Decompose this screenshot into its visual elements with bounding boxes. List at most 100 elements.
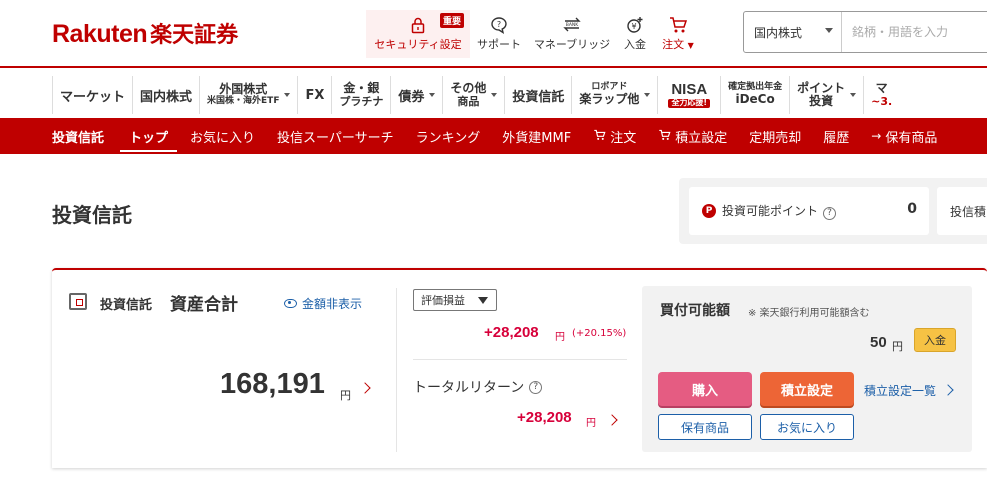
cart-icon [658,129,671,144]
tab-holdings[interactable]: → 保有商品 [860,118,948,154]
tab-label: ランキング [415,130,481,146]
nav-other-products[interactable]: その他 商品 [442,76,504,114]
holdings-button[interactable]: 保有商品 [658,414,752,440]
cart-icon [666,14,690,36]
search-input[interactable] [842,12,987,52]
valuation-type-select[interactable]: 評価損益 [413,289,497,311]
tab-label: 積立設定 [675,130,728,146]
chevron-down-icon [491,93,498,97]
chevron-right-icon[interactable] [606,414,618,426]
nav-label: マーケット [60,89,126,105]
chevron-down-icon [284,93,291,97]
bridge-label: マネーブリッジ [533,38,611,51]
cart-icon [593,129,606,144]
tab-ranking[interactable]: ランキング [405,118,492,154]
total-return-label: トータルリターン ? [413,377,543,397]
logo-en: Rakuten [52,20,148,48]
fund-points-label: 投信積 [950,204,987,219]
nav-label: FX [305,87,325,103]
logo-ja: 楽天証券 [150,23,239,48]
order-menu-button[interactable]: 注文 ▼ [654,10,702,60]
total-return-value[interactable]: +28,208 [517,409,572,426]
hide-amount-toggle[interactable]: 金額非表示 [284,295,362,312]
nav-sublabel: 米国株・海外ETF [207,95,280,106]
valuation-gain-unit: 円 [555,332,565,343]
nav-sublabel: 楽ラップ他 [579,92,640,107]
coin-plus-icon: ¥ [623,14,647,36]
triangle-down-icon [478,297,488,304]
nav-ideco[interactable]: 確定拠出年金 iDeCo [720,76,789,114]
nav-sublabel: プラチナ [339,94,384,108]
investable-points-card: P 投資可能ポイント? 0 [689,187,929,235]
nav-foreign-stocks[interactable]: 外国株式 米国株・海外ETF [199,76,297,114]
buy-button[interactable]: 購入 [658,372,752,406]
chat-question-icon: ? [487,14,511,36]
nav-fx[interactable]: FX [297,76,331,114]
total-asset-value[interactable]: 168,191 [220,368,325,401]
security-settings-button[interactable]: セキュリティ設定 重要 [366,10,470,58]
deposit-button[interactable]: 入金 [914,328,956,352]
favorites-button[interactable]: お気に入り [760,414,854,440]
nav-label: 金・銀 [343,81,380,96]
tab-foreign-mmf[interactable]: 外貨建MMF [491,118,582,154]
total-asset-unit: 円 [340,389,351,402]
money-bridge-button[interactable]: BANK マネーブリッジ [528,10,616,60]
funds-sub-nav: 投資信託 トップ お気に入り 投信スーパーサーチ ランキング 外貨建MMF 注文… [0,118,987,154]
tab-label: お気に入り [190,130,256,146]
tab-label: 注文 [610,130,637,146]
fund-points-card: 投信積 [937,187,987,235]
nav-label: その他 [450,81,487,96]
buying-power-panel: 買付可能額 ※ 楽天銀行利用可能額含む 50 円 入金 購入 積立設定 積立設定… [642,286,972,452]
buying-power-title: 買付可能額 [660,303,730,319]
chevron-down-icon [825,28,833,33]
arrow-right-icon: → [871,129,882,143]
global-header: Rakuten 楽天証券 セキュリティ設定 重要 ? サポート BANK マネー… [0,0,987,68]
recurring-setup-button[interactable]: 積立設定 [760,372,854,406]
nav-domestic-stocks[interactable]: 国内株式 [132,76,199,114]
subnav-section-title[interactable]: 投資信託 [52,118,118,154]
deposit-button[interactable]: ¥ 入金 [616,10,654,60]
search-box: 国内株式 [743,11,987,53]
nav-sublabel: ~3. [871,94,893,108]
nav-margin[interactable]: マ ~3. [863,76,899,114]
total-return-unit: 円 [586,418,596,429]
security-label: セキュリティ設定 [374,38,462,51]
points-value: 0 [907,201,917,217]
nav-point-investing[interactable]: ポイント 投資 [789,76,863,114]
nav-robo-advisor[interactable]: ロボアド 楽ラップ他 [571,76,657,114]
buying-power-note: ※ 楽天銀行利用可能額含む [748,308,870,319]
chevron-down-icon [644,93,651,97]
tab-periodic-sale[interactable]: 定期売却 [738,118,812,154]
nav-bonds[interactable]: 債券 [390,76,442,114]
recurring-setup-list-link[interactable]: 積立設定一覧 [864,382,936,399]
nav-nisa[interactable]: NISA 全力応援! [657,76,720,114]
tab-label: トップ [129,130,169,146]
chevron-down-icon: ▼ [687,41,694,50]
help-icon[interactable]: ? [823,206,837,220]
tab-super-search[interactable]: 投信スーパーサーチ [266,118,405,154]
nav-gold[interactable]: 金・銀 プラチナ [331,76,390,114]
nav-funds[interactable]: 投資信託 [504,76,571,114]
nav-label: 投資信託 [512,89,565,105]
search-category-select[interactable]: 国内株式 [744,12,842,52]
rakuten-point-icon: P [702,204,716,218]
rakuten-logo[interactable]: Rakuten 楽天証券 [52,17,239,48]
important-badge: 重要 [440,13,465,28]
tab-recurring-setup[interactable]: 積立設定 [647,118,738,154]
eye-icon [284,299,297,308]
nav-market[interactable]: マーケット [52,76,132,114]
tab-order[interactable]: 注文 [582,118,647,154]
search-category-value: 国内株式 [754,25,803,40]
tab-history[interactable]: 履歴 [812,118,860,154]
page-title: 投資信託 [52,203,132,227]
chevron-right-icon[interactable] [359,382,371,394]
points-label: 投資可能ポイント? [722,202,837,220]
svg-text:¥: ¥ [631,22,636,31]
support-button[interactable]: ? サポート [470,10,528,60]
help-icon[interactable]: ? [529,380,543,394]
tab-top[interactable]: トップ [118,118,179,154]
nav-label: 国内株式 [140,89,193,105]
tab-label: 定期売却 [749,130,802,146]
nav-sublabel: 商品 [457,94,480,108]
tab-favorites[interactable]: お気に入り [179,118,266,154]
